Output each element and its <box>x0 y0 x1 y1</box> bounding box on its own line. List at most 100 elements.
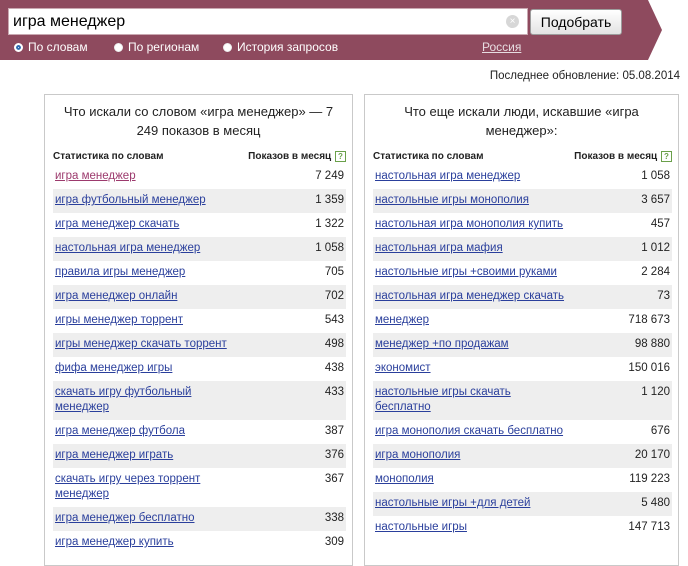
query-link[interactable]: настольные игры +для детей <box>375 496 530 511</box>
query-link[interactable]: настольная игра мафия <box>375 241 503 256</box>
query-link[interactable]: игры менеджер скачать торрент <box>55 337 227 352</box>
query-link[interactable]: настольная игра менеджер скачать <box>375 289 564 304</box>
query-link[interactable]: игра монополия скачать бесплатно <box>375 424 563 439</box>
query-link[interactable]: скачать игру футбольный менеджер <box>55 385 245 415</box>
query-link[interactable]: игры менеджер торрент <box>55 313 183 328</box>
query-link[interactable]: настольная игра монополия купить <box>375 217 563 232</box>
table-row: экономист 150 016 <box>373 357 672 381</box>
last-update-text: Последнее обновление: 05.08.2014 <box>489 70 680 82</box>
column-header-query: Статистика по словам <box>373 151 484 162</box>
mode-label: По регионам <box>128 40 200 54</box>
mode-by-words[interactable]: По словам <box>14 40 88 54</box>
table-body: игра менеджер 7 249 игра футбольный менедж… <box>53 165 346 555</box>
impressions-count: 543 <box>324 314 344 326</box>
help-icon[interactable]: ? <box>661 151 672 162</box>
impressions-count: 438 <box>324 362 344 374</box>
impressions-count: 5 480 <box>641 497 670 509</box>
impressions-count: 498 <box>324 338 344 350</box>
impressions-count: 705 <box>324 266 344 278</box>
radio-unchecked-icon <box>223 42 232 52</box>
impressions-count: 1 322 <box>315 218 344 230</box>
impressions-count: 433 <box>324 386 344 398</box>
mode-history[interactable]: История запросов <box>223 40 338 54</box>
table-row: игра менеджер играть 376 <box>53 444 346 468</box>
query-link[interactable]: настольные игры <box>375 520 467 535</box>
query-link[interactable]: экономист <box>375 361 431 376</box>
query-link[interactable]: игра менеджер купить <box>55 535 174 550</box>
query-link[interactable]: игра менеджер <box>55 169 136 184</box>
table-row: настольная игра менеджер 1 058 <box>373 165 672 189</box>
mode-by-regions[interactable]: По регионам <box>114 40 199 54</box>
table-row: настольные игры +своими руками 2 284 <box>373 261 672 285</box>
table-row: игра менеджер скачать 1 322 <box>53 213 346 237</box>
table-row: скачать игру футбольный менеджер 433 <box>53 381 346 420</box>
query-link[interactable]: менеджер <box>375 313 429 328</box>
related-words-panel: Что искали со словом «игра менеджер» — 7… <box>44 94 353 566</box>
query-link[interactable]: менеджер +по продажам <box>375 337 509 352</box>
impressions-count: 7 249 <box>315 170 344 182</box>
table-row: менеджер +по продажам 98 880 <box>373 333 672 357</box>
impressions-count: 119 223 <box>629 473 670 485</box>
query-link[interactable]: игра менеджер онлайн <box>55 289 177 304</box>
table-row: настольные игры монополия 3 657 <box>373 189 672 213</box>
impressions-count: 1 120 <box>641 386 670 398</box>
query-link[interactable]: игра футбольный менеджер <box>55 193 206 208</box>
query-link[interactable]: настольные игры скачать бесплатно <box>375 385 565 415</box>
region-selector-link[interactable]: Россия <box>482 40 521 54</box>
table-row: настольные игры +для детей 5 480 <box>373 492 672 516</box>
search-input[interactable] <box>13 11 493 33</box>
help-icon[interactable]: ? <box>335 151 346 162</box>
impressions-count: 147 713 <box>628 521 670 533</box>
query-link[interactable]: настольные игры монополия <box>375 193 529 208</box>
query-link[interactable]: настольная игра менеджер <box>375 169 520 184</box>
impressions-count: 309 <box>324 536 344 548</box>
table-row: фифа менеджер игры 438 <box>53 357 346 381</box>
impressions-count: 676 <box>650 425 670 437</box>
table-row: игра менеджер онлайн 702 <box>53 285 346 309</box>
mode-label: История запросов <box>237 40 339 54</box>
query-link[interactable]: настольные игры +своими руками <box>375 265 557 280</box>
impressions-count: 1 359 <box>315 194 344 206</box>
query-link[interactable]: фифа менеджер игры <box>55 361 172 376</box>
search-header-bar: × Подобрать По словам По регионам Истори… <box>0 0 648 60</box>
search-box[interactable]: × <box>8 8 528 35</box>
impressions-count: 457 <box>650 218 670 230</box>
impressions-count: 702 <box>324 290 344 302</box>
query-link[interactable]: игра менеджер скачать <box>55 217 179 232</box>
table-row: игра футбольный менеджер 1 359 <box>53 189 346 213</box>
radio-checked-icon <box>14 42 23 52</box>
table-row: игра менеджер футбола 387 <box>53 420 346 444</box>
impressions-count: 1 012 <box>641 242 670 254</box>
table-row: игра менеджер 7 249 <box>53 165 346 189</box>
radio-unchecked-icon <box>114 42 123 52</box>
table-row: настольная игра менеджер 1 058 <box>53 237 346 261</box>
impressions-count: 718 673 <box>628 314 670 326</box>
query-link[interactable]: игра менеджер бесплатно <box>55 511 195 526</box>
table-header: Статистика по словам Показов в месяц ? <box>53 151 346 165</box>
stats-table: Статистика по словам Показов в месяц ? и… <box>53 151 346 555</box>
query-link[interactable]: правила игры менеджер <box>55 265 185 280</box>
submit-button[interactable]: Подобрать <box>530 9 622 35</box>
column-header-count: Показов в месяц ? <box>248 151 346 165</box>
query-link[interactable]: монополия <box>375 472 434 487</box>
table-row: настольные игры скачать бесплатно 1 120 <box>373 381 672 420</box>
query-link[interactable]: скачать игру через торрент менеджер <box>55 472 245 502</box>
query-link[interactable]: игра менеджер футбола <box>55 424 185 439</box>
query-link[interactable]: настольная игра менеджер <box>55 241 200 256</box>
table-row: настольная игра мафия 1 012 <box>373 237 672 261</box>
query-link[interactable]: игра монополия <box>375 448 460 463</box>
table-row: правила игры менеджер 705 <box>53 261 346 285</box>
table-row: настольная игра монополия купить 457 <box>373 213 672 237</box>
table-row: менеджер 718 673 <box>373 309 672 333</box>
impressions-count: 98 880 <box>634 338 670 350</box>
impressions-count: 2 284 <box>641 266 670 278</box>
impressions-count: 73 <box>657 290 670 302</box>
table-row: игры менеджер скачать торрент 498 <box>53 333 346 357</box>
table-row: монополия 119 223 <box>373 468 672 492</box>
table-row: игра менеджер бесплатно 338 <box>53 507 346 531</box>
query-link[interactable]: игра менеджер играть <box>55 448 173 463</box>
clear-icon[interactable]: × <box>506 15 519 28</box>
column-header-query: Статистика по словам <box>53 151 164 162</box>
panel-title: Что еще искали люди, искавшие «игра мене… <box>404 104 639 138</box>
impressions-count: 387 <box>324 425 344 437</box>
